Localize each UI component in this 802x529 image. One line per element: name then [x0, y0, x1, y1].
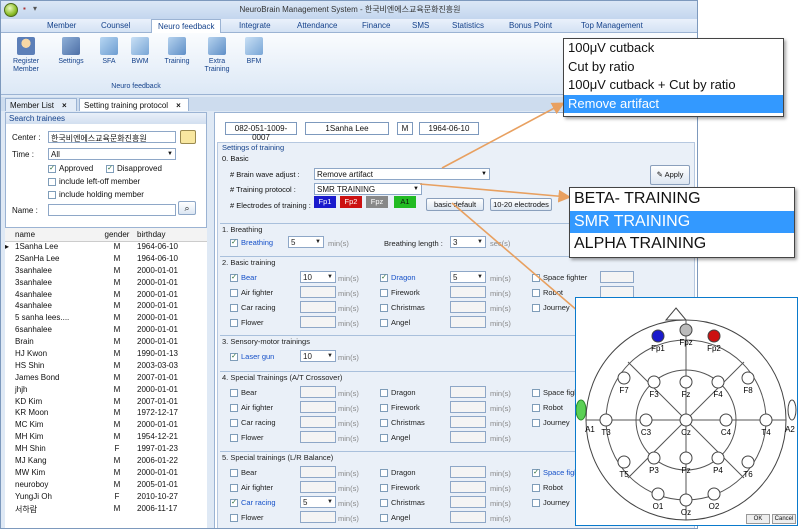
electrode-cz-node[interactable]: [679, 413, 693, 427]
electrode-label: P3: [649, 466, 659, 475]
electrode-label: F4: [713, 390, 723, 399]
electrode-o1-node[interactable]: [651, 487, 665, 501]
electrode-label: Fz: [682, 390, 691, 399]
electrode-f7-node[interactable]: [617, 371, 631, 385]
electrode-label: A1: [585, 425, 595, 434]
protocol-options-popup: BETA- TRAINING SMR TRAINING ALPHA TRAINI…: [569, 187, 795, 258]
electrode-label: Oz: [681, 508, 691, 517]
electrode-t6-node[interactable]: [741, 455, 755, 469]
electrode-t4-node[interactable]: [759, 413, 773, 427]
artifact-option[interactable]: Cut by ratio: [564, 58, 783, 77]
electrode-f4-node[interactable]: [711, 375, 725, 389]
nose-shape: [664, 307, 688, 321]
electrode-oz-node[interactable]: [679, 493, 693, 507]
protocol-option-selected[interactable]: SMR TRAINING: [570, 210, 794, 234]
electrode-label: T4: [761, 428, 771, 437]
electrode-label: T5: [619, 470, 629, 479]
electrode-t5-node[interactable]: [617, 455, 631, 469]
electrode-label: F8: [743, 386, 753, 395]
electrode-label: F3: [649, 390, 659, 399]
arrow-artifact: [441, 102, 565, 169]
electrode-pz-node[interactable]: [679, 451, 693, 465]
electrode-label: C4: [721, 428, 732, 437]
electrode-fpz-node[interactable]: [679, 323, 693, 337]
electrode-f8-node[interactable]: [741, 371, 755, 385]
artifact-options-popup: 100μV cutback Cut by ratio 100μV cutback…: [563, 38, 784, 117]
arrow-protocol: [419, 183, 572, 203]
protocol-option[interactable]: ALPHA TRAINING: [570, 233, 794, 256]
artifact-option-selected[interactable]: Remove artifact: [564, 94, 783, 113]
electrode-head-diagram: Fp1 Fpz Fp2 F7 F3 Fz F4 F8 A1 T3 C3 Cz C4 T4 A2 T5 P3 Pz P…: [575, 307, 797, 521]
electrode-p3-node[interactable]: [647, 451, 661, 465]
electrode-label: C3: [641, 428, 652, 437]
electrode-c4-node[interactable]: [719, 413, 733, 427]
electrode-fp1-node[interactable]: [651, 329, 665, 343]
electrode-p4-node[interactable]: [711, 451, 725, 465]
electrode-f3-node[interactable]: [647, 375, 661, 389]
electrode-o2-node[interactable]: [707, 487, 721, 501]
cancel-button[interactable]: Cancel: [772, 514, 796, 524]
electrode-label: T6: [743, 470, 753, 479]
electrode-fz-node[interactable]: [679, 375, 693, 389]
electrode-label: Fp2: [707, 344, 721, 353]
ear-left-shape: [575, 399, 587, 421]
electrode-label: O1: [653, 502, 664, 511]
protocol-option[interactable]: BETA- TRAINING: [570, 188, 794, 211]
electrode-label: O2: [709, 502, 720, 511]
artifact-option[interactable]: 100μV cutback: [564, 39, 783, 58]
electrode-label: F7: [619, 386, 629, 395]
electrode-c3-node[interactable]: [639, 413, 653, 427]
artifact-option[interactable]: 100μV cutback + Cut by ratio: [564, 76, 783, 95]
electrode-label: A2: [785, 425, 795, 434]
electrode-label: Cz: [681, 428, 691, 437]
electrode-label: Fp1: [651, 344, 665, 353]
electrode-label: P4: [713, 466, 723, 475]
electrode-label: Fpz: [679, 338, 692, 347]
ok-button[interactable]: OK: [746, 514, 770, 524]
electrode-label: Pz: [681, 466, 690, 475]
electrode-map-dialog: Fp1 Fpz Fp2 F7 F3 Fz F4 F8 A1 T3 C3 Cz C4 T4 A2 T5 P3 Pz P…: [575, 297, 798, 526]
electrode-fp2-node[interactable]: [707, 329, 721, 343]
electrode-t3-node[interactable]: [599, 413, 613, 427]
electrode-label: T3: [601, 428, 611, 437]
ear-right-shape: [787, 399, 797, 421]
